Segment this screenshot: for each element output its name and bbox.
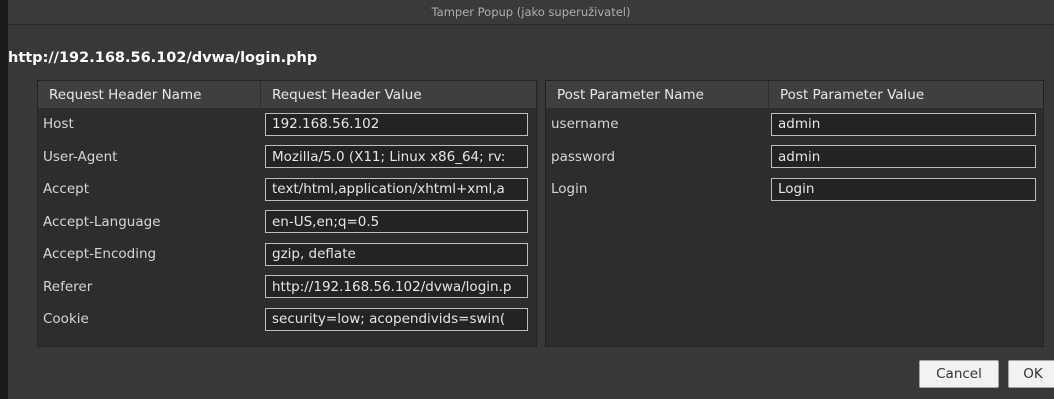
- table-row: Login: [546, 173, 1043, 206]
- header-name-host: Host: [43, 116, 74, 133]
- table-row: Accept-Encoding: [38, 238, 536, 271]
- table-row: Referer: [38, 271, 536, 304]
- param-value-username-input[interactable]: [771, 112, 1036, 136]
- column-header-post-parameter-value[interactable]: Post Parameter Value: [768, 81, 1043, 108]
- header-name-cookie: Cookie: [43, 311, 89, 328]
- param-name-login: Login: [551, 181, 588, 198]
- post-parameters-header-row: Post Parameter Name Post Parameter Value: [546, 81, 1043, 108]
- table-row: Accept: [38, 173, 536, 206]
- header-value-accept-encoding-input[interactable]: [265, 242, 528, 266]
- table-row: User-Agent: [38, 141, 536, 174]
- table-row: Host: [38, 108, 536, 141]
- post-parameters-table: Post Parameter Name Post Parameter Value…: [545, 80, 1044, 347]
- param-value-password-input[interactable]: [771, 145, 1036, 169]
- header-name-accept-language: Accept-Language: [43, 213, 161, 230]
- param-name-username: username: [551, 116, 619, 133]
- param-value-login-input[interactable]: [771, 177, 1036, 201]
- ok-button[interactable]: OK: [1008, 360, 1054, 388]
- window-title: Tamper Popup (jako superuživatel): [431, 5, 631, 19]
- header-value-referer-input[interactable]: [265, 275, 528, 299]
- tamper-popup-window: Tamper Popup (jako superuživatel) http:/…: [8, 0, 1054, 399]
- cancel-button[interactable]: Cancel: [919, 360, 999, 388]
- header-name-user-agent: User-Agent: [43, 148, 118, 165]
- header-value-cookie-input[interactable]: [265, 307, 528, 331]
- header-value-accept-language-input[interactable]: [265, 210, 528, 234]
- header-value-accept-input[interactable]: [265, 177, 528, 201]
- header-name-accept: Accept: [43, 181, 90, 198]
- table-row: username: [546, 108, 1043, 141]
- table-row: password: [546, 141, 1043, 174]
- request-url: http://192.168.56.102/dvwa/login.php: [8, 50, 318, 66]
- column-header-post-parameter-name[interactable]: Post Parameter Name: [546, 81, 768, 108]
- dialog-buttons: Cancel OK: [919, 360, 1054, 388]
- header-value-host-input[interactable]: [265, 112, 528, 136]
- column-header-request-header-value[interactable]: Request Header Value: [260, 81, 536, 108]
- header-name-referer: Referer: [43, 278, 93, 295]
- table-row: Accept-Language: [38, 206, 536, 239]
- table-row: Cookie: [38, 303, 536, 336]
- column-header-request-header-name[interactable]: Request Header Name: [38, 81, 260, 108]
- request-headers-header-row: Request Header Name Request Header Value: [38, 81, 536, 108]
- header-name-accept-encoding: Accept-Encoding: [43, 246, 157, 263]
- window-titlebar[interactable]: Tamper Popup (jako superuživatel): [8, 0, 1054, 25]
- param-name-password: password: [551, 148, 616, 165]
- request-headers-table: Request Header Name Request Header Value…: [37, 80, 537, 347]
- header-value-user-agent-input[interactable]: [265, 145, 528, 169]
